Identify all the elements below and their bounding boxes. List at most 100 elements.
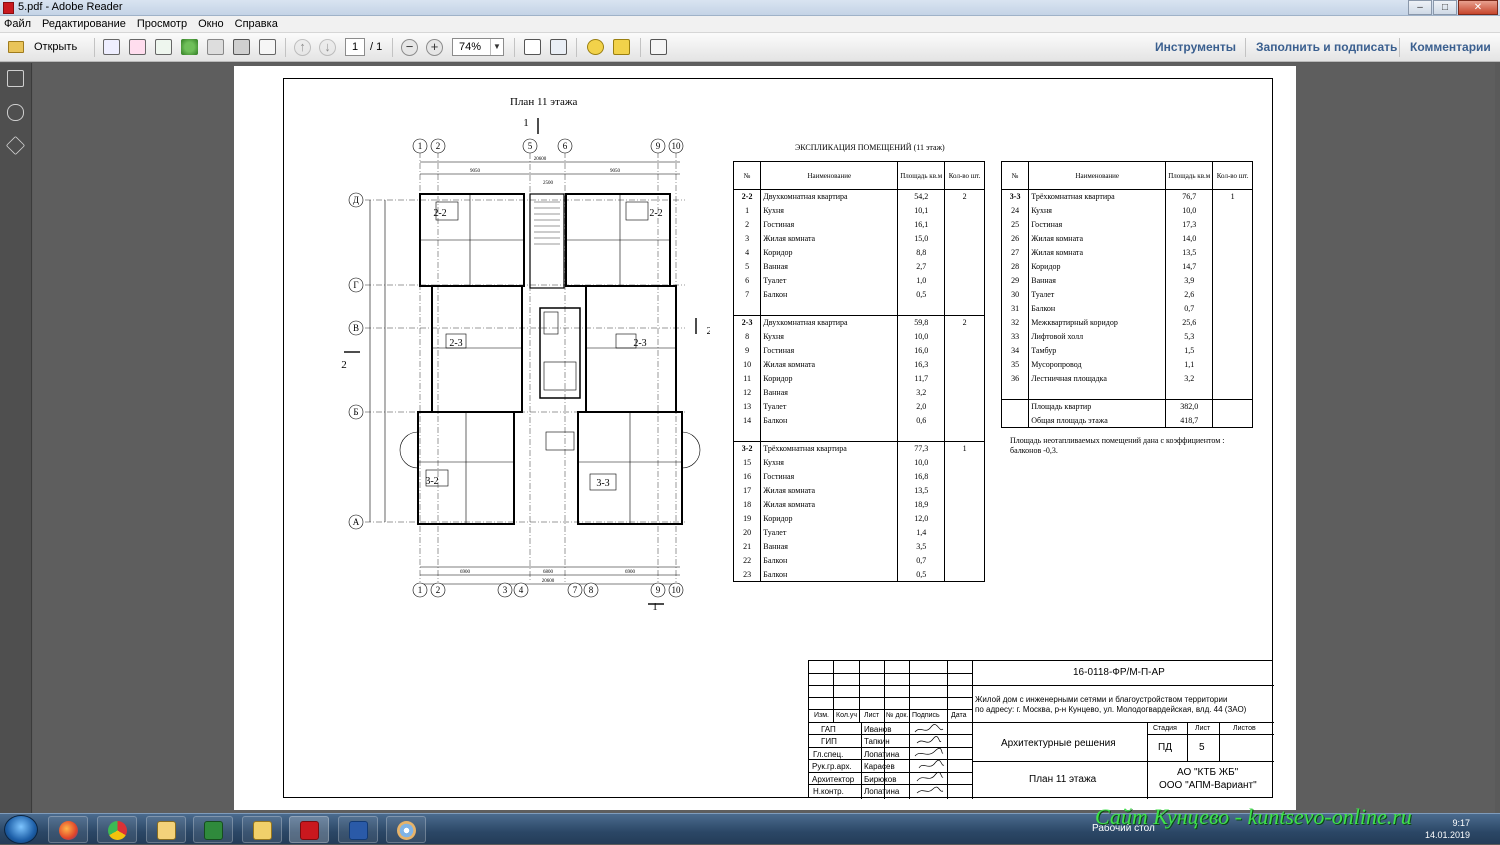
table-row: 27 Жилая комната 13,5 — [1000, 245, 1253, 260]
print-icon[interactable] — [233, 39, 250, 55]
table-row: 15 Кухня 10,0 — [732, 455, 985, 470]
fill-and-sign-link[interactable]: Заполнить и подписать — [1256, 40, 1397, 54]
axis-label: В — [353, 323, 359, 333]
cell-count — [1212, 399, 1253, 414]
table-row: 20 Туалет 1,4 — [732, 525, 985, 540]
object-address: по адресу: г. Москва, р-н Кунцево, ул. М… — [975, 705, 1247, 714]
cell-number — [1000, 413, 1030, 428]
explication-table-2: № Наименование Площадь кв.м Кол-во шт. 3… — [1000, 161, 1253, 428]
edit-pdf-icon[interactable] — [155, 39, 172, 55]
page-number-input[interactable]: 1 — [345, 38, 365, 56]
upload-cloud-icon[interactable] — [181, 39, 198, 55]
export-pdf-icon[interactable] — [129, 39, 146, 55]
start-button[interactable] — [4, 815, 38, 844]
menu-help[interactable]: Справка — [235, 16, 278, 32]
page-thumbnails-icon[interactable] — [7, 70, 24, 87]
previous-page-icon[interactable]: ↑ — [294, 39, 311, 56]
cell-name: Межквартирный коридор — [1028, 315, 1167, 330]
cell-count — [944, 259, 985, 274]
table-row: Площадь квартир 382,0 — [1000, 399, 1253, 414]
taskbar-word[interactable] — [338, 816, 378, 843]
zoom-select[interactable]: 74% ▼ — [452, 38, 504, 56]
cell-number: 18 — [732, 497, 762, 512]
cell-area: 10,0 — [1165, 203, 1214, 218]
create-pdf-icon[interactable] — [103, 39, 120, 55]
fullscreen-icon[interactable] — [650, 39, 667, 55]
cell-area: 10,0 — [897, 329, 946, 344]
cell-area: 1,1 — [1165, 357, 1214, 372]
page-total: / 1 — [370, 41, 383, 53]
stamp-col-header: Дата — [951, 712, 967, 719]
chevron-down-icon[interactable]: ▼ — [490, 39, 503, 55]
cell-area: 16,1 — [897, 217, 946, 232]
cell-count — [944, 567, 985, 582]
next-page-icon[interactable]: ↓ — [319, 39, 336, 56]
cell-count — [1212, 315, 1253, 330]
table-row: 1 Кухня 10,1 — [732, 203, 985, 218]
fit-page-icon[interactable] — [550, 39, 567, 55]
tools-link[interactable]: Инструменты — [1155, 40, 1236, 54]
table-row: 3-2 Трёхкомнатная квартира 77,3 1 — [732, 441, 985, 456]
layers-icon[interactable] — [5, 135, 26, 156]
cell-number: 14 — [732, 413, 762, 428]
cell-number: 8 — [732, 329, 762, 344]
minimize-button[interactable]: – — [1408, 0, 1432, 15]
sheet-header: Лист — [1195, 725, 1211, 732]
sheets-header: Листов — [1233, 725, 1256, 732]
cell-area: 14,0 — [1165, 231, 1214, 246]
cell-count — [1212, 343, 1253, 358]
open-button[interactable]: Открыть — [6, 38, 86, 56]
taskbar-firefox[interactable] — [48, 816, 88, 843]
cell-name: Ванная — [760, 539, 899, 554]
taskbar-paint[interactable] — [386, 816, 426, 843]
zoom-in-icon[interactable]: + — [426, 39, 443, 56]
cell-number: 28 — [1000, 259, 1030, 274]
scrollbar[interactable] — [1495, 63, 1500, 813]
paint-icon — [397, 821, 416, 840]
clock[interactable]: 9:17 14.01.2019 — [1425, 817, 1470, 841]
close-button[interactable]: ✕ — [1458, 0, 1498, 15]
axis-label: 5 — [528, 141, 533, 151]
table-row: 23 Балкон 0,5 — [732, 567, 985, 582]
table-row: 3-3 Трёхкомнатная квартира 76,7 1 — [1000, 189, 1253, 204]
taskbar-chrome[interactable] — [97, 816, 137, 843]
table-row: 26 Жилая комната 14,0 — [1000, 231, 1253, 246]
save-icon[interactable] — [207, 39, 224, 55]
taskbar-excel[interactable] — [193, 816, 233, 843]
menu-view[interactable]: Просмотр — [137, 16, 187, 32]
cell-count — [944, 203, 985, 218]
col-area-header: Площадь кв.м — [1165, 161, 1214, 190]
maximize-button[interactable]: □ — [1433, 0, 1457, 15]
menu-edit[interactable]: Редактирование — [42, 16, 126, 32]
email-icon[interactable] — [259, 39, 276, 55]
toolbar-separator — [640, 38, 641, 57]
zoom-out-icon[interactable]: − — [401, 39, 418, 56]
fit-width-icon[interactable] — [524, 39, 541, 55]
cell-name: Кухня — [760, 203, 899, 218]
highlight-icon[interactable] — [613, 39, 630, 55]
taskbar-adobe-reader[interactable] — [289, 816, 329, 843]
cell-number: 9 — [732, 343, 762, 358]
cell-name: Ванная — [760, 385, 899, 400]
organization-1: АО "КТБ ЖБ" — [1177, 767, 1239, 778]
cell-area: 1,5 — [1165, 343, 1214, 358]
comments-link[interactable]: Комментарии — [1410, 40, 1491, 54]
excel-icon — [204, 821, 223, 840]
table-row: 10 Жилая комната 16,3 — [732, 357, 985, 372]
cell-number: 2 — [732, 217, 762, 232]
cell-name: Гостиная — [760, 217, 899, 232]
table-row: 18 Жилая комната 18,9 — [732, 497, 985, 512]
taskbar-mail[interactable] — [146, 816, 186, 843]
taskbar-explorer[interactable] — [242, 816, 282, 843]
axis-label: 8 — [589, 585, 594, 595]
menu-window[interactable]: Окно — [198, 16, 224, 32]
menu-file[interactable]: Файл — [4, 16, 31, 32]
cell-name: Коридор — [1028, 259, 1167, 274]
floor-plan: 1 2 5 6 9 10 1 2 3 4 7 8 9 10 Д Г В Б А … — [341, 117, 710, 612]
comment-icon[interactable] — [587, 39, 604, 55]
firefox-icon — [59, 821, 78, 840]
cell-name: Кухня — [760, 329, 899, 344]
table-row: 11 Коридор 11,7 — [732, 371, 985, 386]
attachments-icon[interactable] — [7, 104, 24, 121]
stamp-col-header: Лист — [864, 712, 880, 719]
